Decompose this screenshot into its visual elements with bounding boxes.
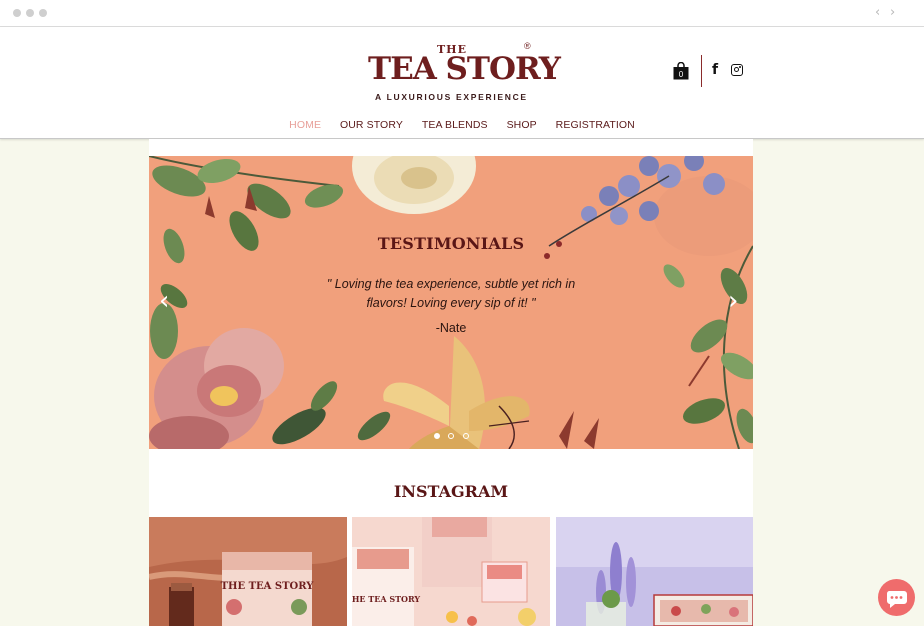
logo-tagline: A LUXURIOUS EXPERIENCE — [375, 92, 528, 102]
browser-chrome: ‹ › — [0, 0, 924, 27]
browser-forward-icon[interactable]: › — [890, 5, 895, 20]
nav-item-our-story[interactable]: OUR STORY — [340, 119, 403, 131]
browser-back-icon[interactable]: ‹ — [875, 5, 880, 20]
slide-dot[interactable] — [448, 433, 455, 439]
testimonials-slideshow[interactable]: TESTIMONIALS " Loving the tea experience… — [149, 156, 753, 449]
logo-name: TEA STORY — [368, 51, 561, 87]
testimonials-title: TESTIMONIALS — [377, 234, 525, 253]
instagram-photo[interactable] — [556, 517, 754, 626]
chevron-left-icon[interactable]: ‹ — [159, 288, 169, 314]
slide-indicators — [432, 426, 471, 444]
chevron-right-icon[interactable]: › — [728, 288, 738, 314]
cart-count: 0 — [679, 70, 684, 79]
instagram-icon[interactable] — [731, 64, 743, 76]
site-logo[interactable]: THE TEA STORY ® A LUXURIOUS EXPERIENCE — [366, 41, 561, 105]
cart-icon[interactable]: 0 — [673, 61, 689, 80]
slide-dot[interactable] — [434, 433, 440, 439]
nav-item-tea-blends[interactable]: TEA BLENDS — [422, 119, 488, 131]
photo-brand-text: THE TEA STORY — [352, 594, 420, 604]
testimonial-quote: " Loving the tea experience, subtle yet … — [326, 277, 576, 310]
chat-button[interactable] — [878, 579, 915, 616]
instagram-photo[interactable]: THE TEA STORY — [149, 517, 347, 626]
header-divider — [701, 55, 702, 87]
nav-item-registration[interactable]: REGISTRATION — [556, 119, 635, 131]
instagram-title: INSTAGRAM — [393, 482, 509, 501]
facebook-icon[interactable]: f — [712, 62, 718, 78]
slide-dot[interactable] — [462, 433, 469, 439]
photo-brand-text: THE TEA STORY — [221, 581, 315, 592]
logo-registered: ® — [524, 41, 531, 51]
nav-item-shop[interactable]: SHOP — [507, 119, 537, 131]
nav-item-home[interactable]: HOME — [289, 119, 321, 131]
window-dot — [13, 9, 21, 17]
main-nav: HOME OUR STORY TEA BLENDS SHOP REGISTRAT… — [0, 119, 924, 133]
chat-icon — [886, 591, 907, 608]
instagram-photo[interactable]: THE TEA STORY — [352, 517, 550, 626]
window-dot — [26, 9, 34, 17]
testimonial-author: -Nate — [435, 321, 467, 335]
window-dot — [39, 9, 47, 17]
site-header: THE TEA STORY ® A LUXURIOUS EXPERIENCE 0… — [0, 27, 924, 139]
